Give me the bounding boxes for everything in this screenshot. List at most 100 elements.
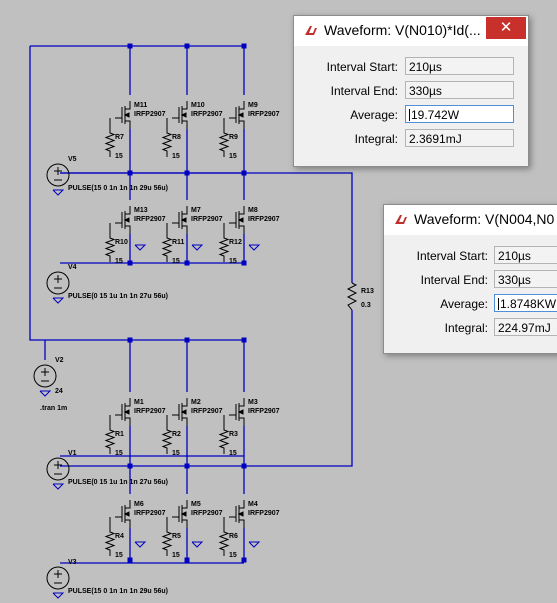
- mosfet-source: [239, 417, 245, 426]
- resistor-label: R12: [229, 239, 242, 246]
- junction-dot: [241, 170, 247, 176]
- resistor-label: R6: [229, 533, 238, 540]
- source-value: PULSE(0 15 1u 1n 1n 27u 56u): [68, 479, 168, 486]
- mosfet-drain: [125, 500, 131, 509]
- mosfet-source: [182, 417, 188, 426]
- mosfet-model: IRFP2907: [134, 510, 166, 517]
- junction-dot: [241, 43, 247, 49]
- mosfet-arrow: [237, 409, 244, 415]
- resistor-label: R5: [172, 533, 181, 540]
- mosfet-source: [182, 120, 188, 129]
- mosfet-drain: [239, 398, 245, 407]
- resistor-label: R11: [172, 239, 185, 246]
- mosfet-label: M7: [191, 207, 201, 214]
- interval-start-field[interactable]: 210µs: [405, 57, 514, 75]
- resistor-label: R1: [115, 431, 124, 438]
- mosfet-drain: [125, 398, 131, 407]
- waveform-window-2[interactable]: Waveform: V(N004,N0 Interval Start: 210µ…: [383, 204, 557, 354]
- resistor: [161, 223, 173, 262]
- source-label: V2: [55, 357, 64, 364]
- ground-icon: [52, 483, 65, 490]
- mosfet-arrow: [123, 409, 130, 415]
- window-2-titlebar[interactable]: Waveform: V(N004,N0: [384, 205, 557, 235]
- source-label: V1: [68, 450, 77, 457]
- mosfet-source: [125, 417, 131, 426]
- interval-end-label: Interval End:: [330, 84, 398, 98]
- spice-directive: .tran 1m: [40, 405, 67, 412]
- ground-icon: [39, 390, 52, 397]
- integral-field[interactable]: 2.3691mJ: [405, 129, 514, 147]
- mosfet-drain: [182, 101, 188, 110]
- resistor-label: R4: [115, 533, 124, 540]
- mosfet-source: [239, 519, 245, 528]
- ground-icon: [134, 244, 147, 251]
- mosfet-label: M3: [248, 399, 258, 406]
- mosfet-model: IRFP2907: [248, 408, 280, 415]
- resistor: [218, 415, 230, 454]
- average-field[interactable]: 1.8748KW: [494, 294, 557, 312]
- junction-dot: [127, 170, 133, 176]
- waveform-window-1[interactable]: Waveform: V(N010)*Id(... ✕ Interval Star…: [293, 15, 529, 167]
- mosfet-label: M5: [191, 501, 201, 508]
- interval-start-field[interactable]: 210µs: [494, 246, 557, 264]
- resistor: [104, 517, 116, 556]
- ltspice-logo-icon: [395, 215, 407, 224]
- mosfet-source: [125, 519, 131, 528]
- junction-dot: [184, 463, 190, 469]
- mosfet-drain: [182, 398, 188, 407]
- mosfet-arrow: [237, 511, 244, 517]
- mosfet-arrow: [123, 112, 130, 118]
- resistor: [161, 415, 173, 454]
- mosfet-source: [125, 225, 131, 234]
- interval-end-field[interactable]: 330µs: [405, 81, 514, 99]
- mosfet-model: IRFP2907: [191, 510, 223, 517]
- resistor: [218, 223, 230, 262]
- resistor: [218, 517, 230, 556]
- ground-icon: [52, 297, 65, 304]
- resistor-label: R8: [172, 134, 181, 141]
- mosfet-arrow: [180, 409, 187, 415]
- window-1-titlebar[interactable]: Waveform: V(N010)*Id(... ✕: [294, 16, 528, 46]
- mosfet-drain: [239, 206, 245, 215]
- mosfet-model: IRFP2907: [191, 111, 223, 118]
- resistor-value: 15: [172, 450, 180, 457]
- mosfet-drain: [239, 500, 245, 509]
- mosfet-label: M11: [134, 102, 147, 109]
- resistor: [218, 118, 230, 157]
- resistor-value: 15: [172, 153, 180, 160]
- mosfet-label: M1: [134, 399, 144, 406]
- ground-icon: [52, 189, 65, 196]
- ground-icon: [191, 244, 204, 251]
- resistor-value: 15: [115, 258, 123, 265]
- mosfet-label: M8: [248, 207, 258, 214]
- resistor-value: 15: [115, 450, 123, 457]
- mosfet-model: IRFP2907: [248, 510, 280, 517]
- junction-dot: [241, 557, 247, 563]
- junction-dot: [184, 557, 190, 563]
- window-1-title: Waveform: V(N010)*Id(...: [324, 22, 481, 38]
- mosfet-label: M4: [248, 501, 258, 508]
- interval-end-field[interactable]: 330µs: [494, 270, 557, 288]
- resistor-value: 15: [115, 552, 123, 559]
- mosfet-model: IRFP2907: [248, 111, 280, 118]
- mosfet-model: IRFP2907: [134, 111, 166, 118]
- mosfet-label: M6: [134, 501, 144, 508]
- resistor-label: R2: [172, 431, 181, 438]
- resistor-label: R3: [229, 431, 238, 438]
- junction-dot: [127, 43, 133, 49]
- mosfet-drain: [182, 500, 188, 509]
- source-label: V4: [68, 264, 77, 271]
- integral-field[interactable]: 224.97mJ: [494, 318, 557, 336]
- mosfet-source: [182, 519, 188, 528]
- mosfet-arrow: [123, 217, 130, 223]
- resistor-label: R7: [115, 134, 124, 141]
- resistor-value: 15: [229, 552, 237, 559]
- wire: [244, 310, 353, 467]
- average-field[interactable]: 19.742W: [405, 105, 514, 123]
- resistor-label: R9: [229, 134, 238, 141]
- close-button[interactable]: ✕: [486, 17, 526, 39]
- mosfet-source: [239, 120, 245, 129]
- ground-icon: [52, 592, 65, 599]
- resistor-value: 15: [115, 153, 123, 160]
- resistor-value: 15: [229, 153, 237, 160]
